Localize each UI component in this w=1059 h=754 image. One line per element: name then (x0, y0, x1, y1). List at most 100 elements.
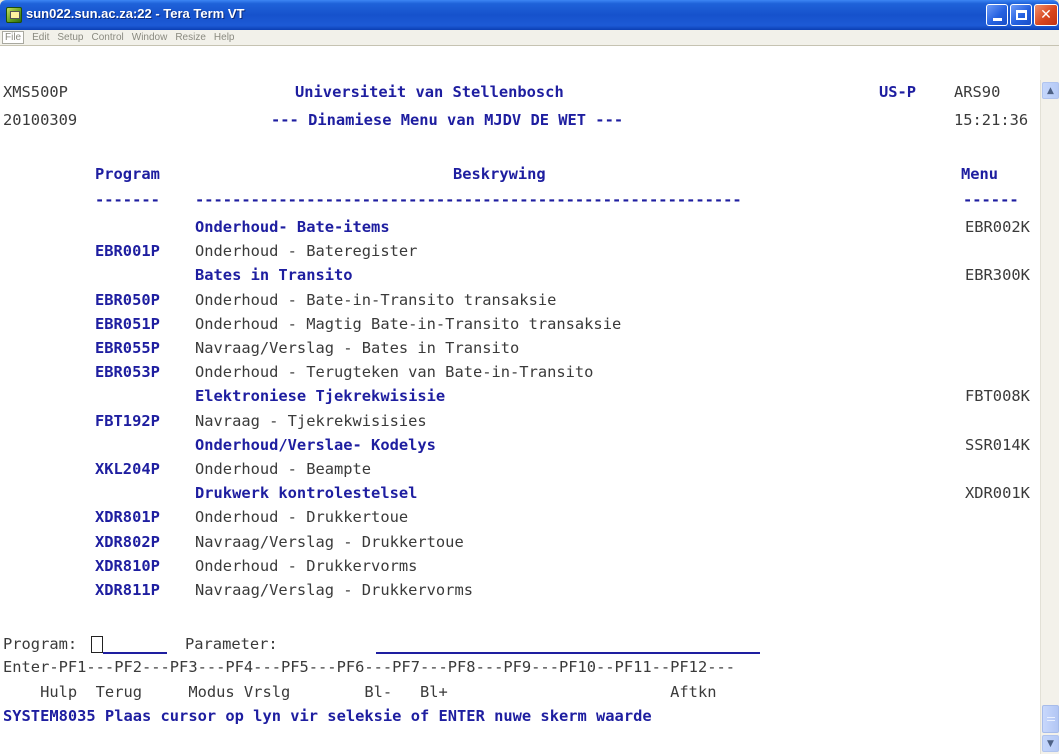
screen-date: 20100309 (3, 111, 78, 129)
chevron-up-icon: ▲ (1047, 85, 1054, 96)
menu-code: FBT008K (965, 387, 1030, 406)
function-key-line: Enter-PF1---PF2---PF3---PF4---PF5---PF6-… (3, 656, 1040, 678)
menu-group-title: Elektroniese Tjekrekwisisie (195, 387, 446, 406)
menu-group-row[interactable]: Onderhoud- Bate-items EBR002K (3, 216, 1040, 238)
window-title: sun022.sun.ac.za:22 - Tera Term VT (26, 6, 245, 21)
program-description: Onderhoud - Beampte (195, 460, 372, 478)
program-description: Navraag/Verslag - Drukkertoue (195, 532, 464, 551)
app-code: ARS90 (954, 83, 1001, 101)
scroll-up-button[interactable]: ▲ (1042, 82, 1059, 99)
vertical-scrollbar[interactable]: ▲ ▼ (1040, 80, 1059, 754)
menu-resize[interactable]: Resize (175, 32, 206, 43)
program-row[interactable]: EBR055P Navraag/Verslag - Bates in Transi… (3, 337, 1040, 359)
column-menu: Menu (961, 165, 999, 183)
program-code: EBR050P (95, 290, 160, 309)
program-row[interactable]: XDR801P Onderhoud - Drukkertoue (3, 506, 1040, 528)
program-code: EBR053P (95, 363, 160, 382)
program-code: XDR802P (95, 532, 160, 551)
column-rule: ------- --------------------------------… (3, 189, 1040, 211)
menu-group-title: Onderhoud/Verslae- Kodelys (195, 435, 436, 454)
program-description: Onderhoud - Bate-in-Transito transaksie (195, 290, 557, 309)
program-input-field[interactable] (103, 652, 167, 654)
menu-group-row[interactable]: Bates in Transito EBR300K (3, 264, 1040, 286)
program-row[interactable]: XKL204P Onderhoud - Beampte (3, 458, 1040, 480)
program-description: Onderhoud - Drukkertoue (195, 508, 409, 527)
maximize-button[interactable] (1010, 4, 1032, 26)
rule-program: ------- (95, 191, 160, 209)
menu-group-title: Drukwerk kontrolestelsel (195, 484, 418, 503)
menu-group-title: Bates in Transito (195, 266, 353, 285)
program-row[interactable]: FBT192P Navraag - Tjekrekwisisies (3, 410, 1040, 432)
text-cursor (91, 636, 103, 653)
rule-menu: ------ (963, 191, 1019, 209)
window-title-bar[interactable]: sun022.sun.ac.za:22 - Tera Term VT ✕ (0, 0, 1059, 30)
menu-group-row[interactable]: Onderhoud/Verslae- Kodelys SSR014K (3, 434, 1040, 456)
minimize-icon (992, 17, 1002, 21)
status-message: SYSTEM8035 Plaas cursor op lyn vir selek… (3, 707, 652, 725)
program-description: Onderhoud - Magtig Bate-in-Transito tran… (195, 314, 622, 333)
minimize-button[interactable] (986, 4, 1008, 26)
menu-code: SSR014K (965, 435, 1030, 454)
menu-code: XDR001K (965, 484, 1030, 503)
rule-description: ----------------------------------------… (195, 191, 742, 209)
input-line: Program: Parameter: (3, 633, 1040, 655)
column-description: Beskrywing (453, 165, 546, 183)
menu-group-row[interactable]: Drukwerk kontrolestelsel XDR001K (3, 482, 1040, 504)
terminal-edge (1040, 46, 1059, 80)
org-title: Universiteit van Stellenbosch (295, 83, 564, 101)
menu-edit[interactable]: Edit (32, 32, 49, 43)
program-code: XDR810P (95, 556, 160, 575)
program-row[interactable]: EBR053P Onderhoud - Terugteken van Bate-i… (3, 361, 1040, 383)
menu-bar: File Edit Setup Control Window Resize He… (0, 30, 1059, 46)
parameter-input-field[interactable] (376, 652, 760, 654)
program-code: XDR811P (95, 581, 160, 599)
program-row[interactable]: EBR050P Onderhoud - Bate-in-Transito tran… (3, 289, 1040, 311)
menu-subtitle: --- Dinamiese Menu van MJDV DE WET --- (271, 111, 624, 129)
menu-file[interactable]: File (2, 31, 25, 44)
program-row[interactable]: EBR051P Onderhoud - Magtig Bate-in-Transi… (3, 313, 1040, 335)
function-key-labels-line: Hulp Terug Modus Vrslg Bl- Bl+ Aftkn (3, 681, 1040, 703)
menu-code: EBR300K (965, 266, 1030, 285)
menu-window[interactable]: Window (132, 32, 168, 43)
program-code: XDR801P (95, 508, 160, 527)
tera-term-icon[interactable] (6, 7, 22, 23)
scroll-down-button[interactable]: ▼ (1042, 735, 1059, 752)
menu-group-title: Onderhoud- Bate-items (195, 218, 390, 236)
program-row[interactable]: XDR802P Navraag/Verslag - Drukkertoue (3, 531, 1040, 553)
close-button[interactable]: ✕ (1034, 4, 1058, 26)
chevron-down-icon: ▼ (1047, 738, 1054, 749)
maximize-icon (1015, 10, 1027, 20)
system-id: US-P (879, 83, 917, 101)
menu-group-row[interactable]: Elektroniese Tjekrekwisisie FBT008K (3, 385, 1040, 407)
program-input-label: Program: (3, 635, 78, 653)
parameter-input-label: Parameter: (185, 635, 278, 653)
terminal-screen[interactable]: XMS500P Universiteit van Stellenbosch US… (0, 46, 1040, 754)
menu-help[interactable]: Help (214, 32, 235, 43)
scrollbar-thumb[interactable] (1042, 705, 1059, 733)
function-key-labels: Hulp Terug Modus Vrslg Bl- Bl+ Aftkn (3, 683, 717, 701)
header-line-2: 20100309 --- Dinamiese Menu van MJDV DE … (3, 109, 1040, 131)
program-code: EBR055P (95, 339, 160, 357)
program-row[interactable]: XDR810P Onderhoud - Drukkervorms (3, 555, 1040, 577)
screen-id: XMS500P (3, 83, 68, 101)
program-code: EBR001P (95, 242, 160, 261)
program-description: Onderhoud - Terugteken van Bate-in-Trans… (195, 363, 594, 382)
program-code: XKL204P (95, 460, 160, 478)
program-code: FBT192P (95, 411, 160, 430)
program-description: Onderhoud - Bateregister (195, 242, 418, 261)
column-headers: Program Beskrywing Menu (3, 163, 1040, 185)
status-line: SYSTEM8035 Plaas cursor op lyn vir selek… (3, 705, 1040, 727)
close-icon: ✕ (1040, 7, 1052, 23)
menu-setup[interactable]: Setup (57, 32, 83, 43)
program-description: Onderhoud - Drukkervorms (195, 556, 418, 575)
function-keys: Enter-PF1---PF2---PF3---PF4---PF5---PF6-… (3, 658, 736, 676)
menu-code: EBR002K (965, 218, 1030, 236)
program-code: EBR051P (95, 314, 160, 333)
screen-time: 15:21:36 (954, 111, 1029, 129)
program-row[interactable]: XDR811P Navraag/Verslag - Drukkervorms (3, 579, 1040, 601)
program-row[interactable]: EBR001P Onderhoud - Bateregister (3, 240, 1040, 262)
column-program: Program (95, 165, 160, 183)
menu-control[interactable]: Control (92, 32, 124, 43)
program-description: Navraag/Verslag - Drukkervorms (195, 581, 473, 599)
program-description: Navraag - Tjekrekwisisies (195, 411, 427, 430)
